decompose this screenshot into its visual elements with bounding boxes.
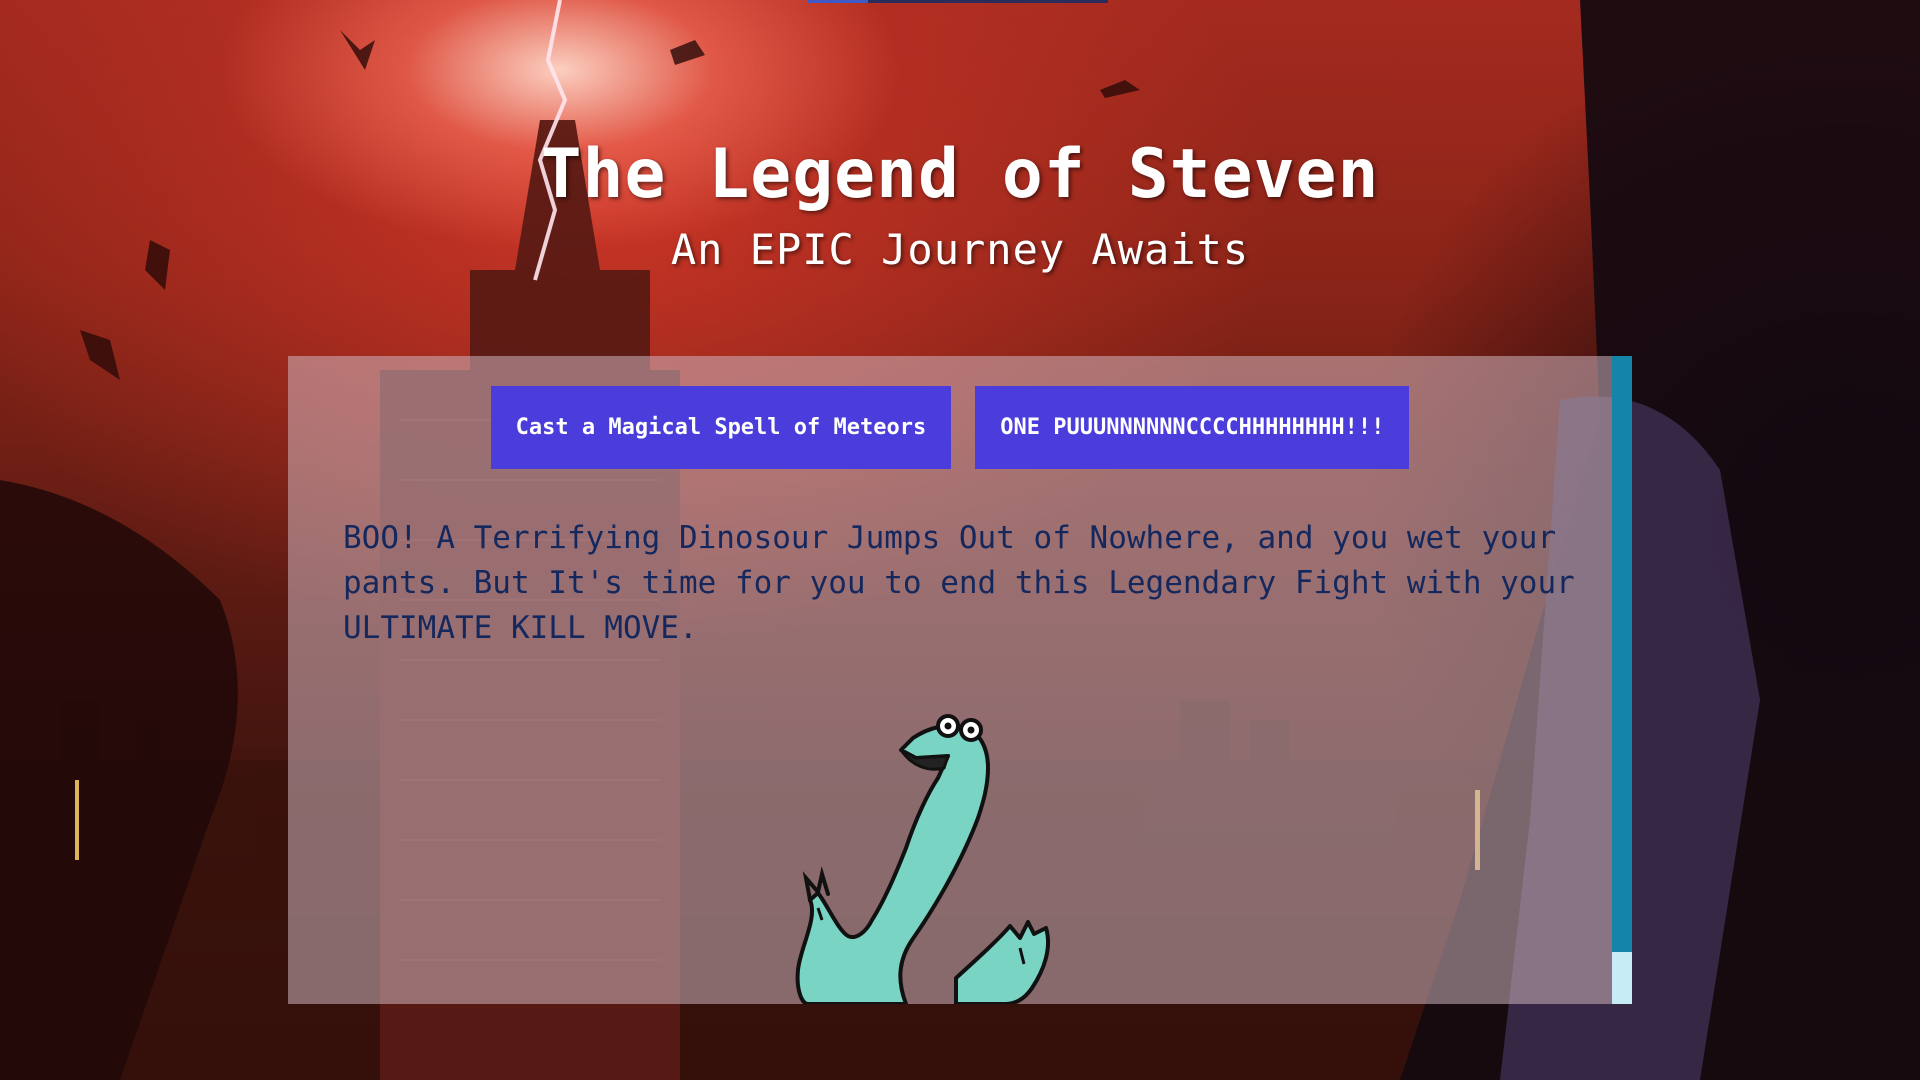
header: The Legend of Steven An EPIC Journey Awa… <box>0 130 1920 280</box>
top-progress-strip <box>808 0 1108 3</box>
story-text: BOO! A Terrifying Dinosour Jumps Out of … <box>343 520 1575 646</box>
scrollbar-thumb[interactable] <box>1612 952 1632 1004</box>
page-title: The Legend of Steven <box>540 135 1380 214</box>
dino-right-arm <box>954 920 1051 1004</box>
meteor-spell-button[interactable]: Cast a Magical Spell of Meteors <box>490 386 952 469</box>
punch-button[interactable]: ONE PUUUNNNNNNCCCCHHHHHHHH!!! <box>975 386 1410 469</box>
game-panel: Cast a Magical Spell of Meteors ONE PUUU… <box>288 356 1632 1004</box>
vertical-scrollbar[interactable] <box>1612 356 1632 1004</box>
action-buttons: Cast a Magical Spell of Meteors ONE PUUU… <box>288 386 1612 469</box>
page-subtitle: An EPIC Journey Awaits <box>670 225 1250 274</box>
dino-body <box>795 723 990 1004</box>
dinosaur-illustration <box>795 714 1051 1004</box>
